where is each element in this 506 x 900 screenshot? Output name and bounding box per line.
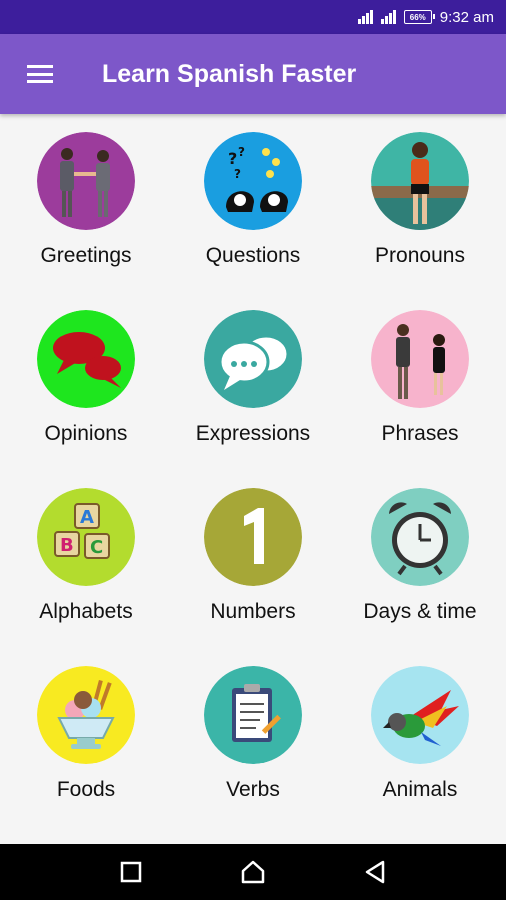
category-expressions[interactable]: Expressions — [172, 310, 334, 488]
square-icon — [120, 861, 142, 883]
category-label: Phrases — [381, 422, 459, 445]
category-label: Opinions — [44, 422, 128, 445]
app-bar: Learn Spanish Faster — [0, 34, 506, 114]
home-icon — [241, 860, 265, 884]
category-label: Days & time — [363, 600, 477, 623]
svg-text:?: ? — [228, 149, 237, 168]
speech-bubbles-icon — [37, 310, 135, 408]
hamburger-menu-icon — [27, 65, 53, 83]
svg-text:?: ? — [234, 167, 241, 181]
category-numbers[interactable]: Numbers — [172, 488, 334, 666]
navigation-bar — [0, 844, 506, 900]
category-label: Expressions — [195, 422, 311, 445]
category-label: Alphabets — [39, 600, 133, 623]
category-animals[interactable]: Animals — [334, 666, 506, 844]
menu-button[interactable] — [0, 34, 80, 114]
chat-bubbles-icon — [204, 310, 302, 408]
wifi-signal-icon — [357, 10, 373, 24]
category-pronouns[interactable]: Pronouns — [334, 132, 506, 310]
recents-button[interactable] — [111, 852, 151, 892]
handshake-icon — [37, 132, 135, 230]
ice-cream-icon — [37, 666, 135, 764]
cell-signal-icon — [380, 10, 396, 24]
category-alphabets[interactable]: A B C Alphabets — [0, 488, 172, 666]
abc-blocks-icon: A B C — [37, 488, 135, 586]
category-label: Foods — [56, 778, 116, 801]
category-verbs[interactable]: Verbs — [172, 666, 334, 844]
category-label: Greetings — [40, 244, 132, 267]
battery-icon: 66% — [403, 10, 435, 24]
number-one-icon — [204, 488, 302, 586]
back-triangle-icon — [365, 860, 385, 884]
clipboard-icon — [204, 666, 302, 764]
svg-text:A: A — [80, 507, 94, 528]
category-foods[interactable]: Foods — [0, 666, 172, 844]
status-time: 9:32 am — [439, 8, 494, 26]
category-days-time[interactable]: Days & time — [334, 488, 506, 666]
category-label: Verbs — [226, 778, 280, 801]
talking-couple-icon — [371, 310, 469, 408]
category-questions[interactable]: ? ? ? Questions — [172, 132, 334, 310]
category-opinions[interactable]: Opinions — [0, 310, 172, 488]
svg-text:C: C — [90, 537, 103, 558]
svg-text:?: ? — [238, 145, 245, 159]
svg-text:B: B — [60, 535, 74, 556]
woman-sitting-icon — [371, 132, 469, 230]
status-bar: 66% 9:32 am — [0, 0, 506, 34]
app-title: Learn Spanish Faster — [102, 59, 357, 88]
category-label: Questions — [205, 244, 301, 267]
category-label: Pronouns — [375, 244, 465, 267]
alarm-clock-icon — [371, 488, 469, 586]
category-label: Numbers — [210, 600, 296, 623]
home-button[interactable] — [233, 852, 273, 892]
question-heads-icon: ? ? ? — [204, 132, 302, 230]
category-phrases[interactable]: Phrases — [334, 310, 506, 488]
parrot-icon — [371, 666, 469, 764]
category-grid: Greetings ? ? ? Questions Pronouns Opini… — [0, 114, 506, 844]
back-button[interactable] — [355, 852, 395, 892]
category-greetings[interactable]: Greetings — [0, 132, 172, 310]
category-label: Animals — [382, 778, 458, 801]
